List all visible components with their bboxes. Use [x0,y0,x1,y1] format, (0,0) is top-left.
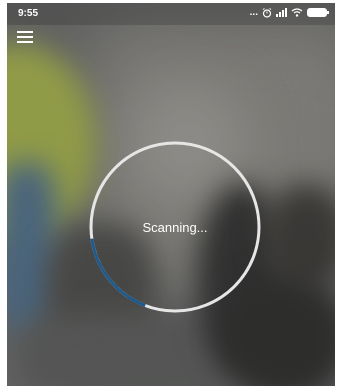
signal-icon [276,8,287,17]
status-time: 9:55 [18,8,39,19]
app-screen: 9:55 ... Scanning... [7,3,335,386]
notification-overflow: ... [249,7,258,18]
wifi-icon [291,8,303,17]
battery-icon [307,8,329,17]
status-bar: 9:55 ... [7,3,335,25]
scanning-label: Scanning... [142,219,208,235]
status-icons: ... [249,7,329,18]
alarm-icon [262,7,272,18]
hamburger-menu-icon[interactable] [17,31,33,45]
